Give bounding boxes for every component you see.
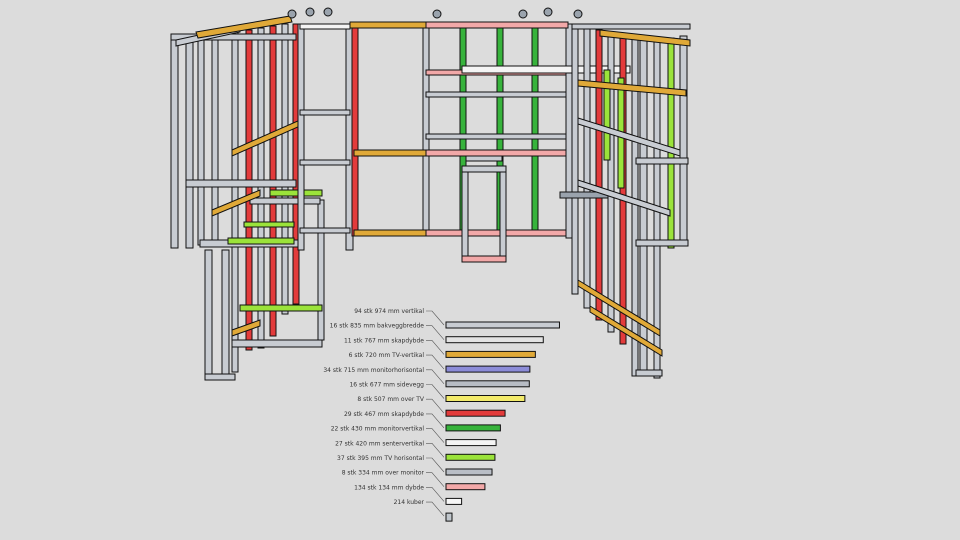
legend-label: 94 stk 974 mm vertikal (354, 308, 424, 315)
legend-label: 34 stk 715 mm monitorhorisontal (323, 367, 424, 374)
legend-member-bar (445, 439, 497, 447)
legend-member-bar (445, 365, 531, 373)
legend-label: 8 stk 507 mm over TV (357, 396, 424, 403)
legend-label: 29 stk 467 mm skapdybde (344, 411, 424, 418)
legend-member-bar (445, 483, 486, 491)
legend-member-bar (445, 512, 453, 522)
legend-label: 16 stk 677 mm sidevegg (349, 382, 424, 389)
legend-label: 16 stk 835 mm bakveggbredde (330, 323, 425, 330)
legend-member-bar (445, 336, 544, 344)
legend-member-bar (445, 453, 496, 461)
legend-member-bar (445, 468, 493, 476)
legend-label: 27 stk 420 mm senter­vertikal (335, 440, 424, 447)
legend-member-bar (445, 409, 506, 417)
legend-label: 214 kuber (394, 499, 425, 506)
legend-member-bar (445, 424, 501, 432)
legend-member-bar (445, 321, 560, 329)
legend-label: 11 stk 767 mm skapdybde (344, 337, 424, 344)
legend-label: 37 stk 395 mm TV horisontal (337, 455, 424, 462)
legend-member-bar (445, 497, 463, 505)
legend-label: 8 stk 334 mm over monitor (342, 470, 425, 477)
legend-label: 6 stk 720 mm TV-vertikal (349, 352, 425, 359)
legend-label: 134 stk 134 mm dybde (354, 484, 424, 491)
legend-member-bar (445, 380, 530, 388)
sketchup-viewport[interactable]: 94 stk 974 mm vertikal 16 stk 835 mm bakv… (0, 0, 960, 540)
legend-label: 22 stk 430 mm monitorvertikal (331, 426, 425, 433)
legend-member-bar (445, 350, 536, 358)
legend-member-bar (445, 395, 526, 402)
